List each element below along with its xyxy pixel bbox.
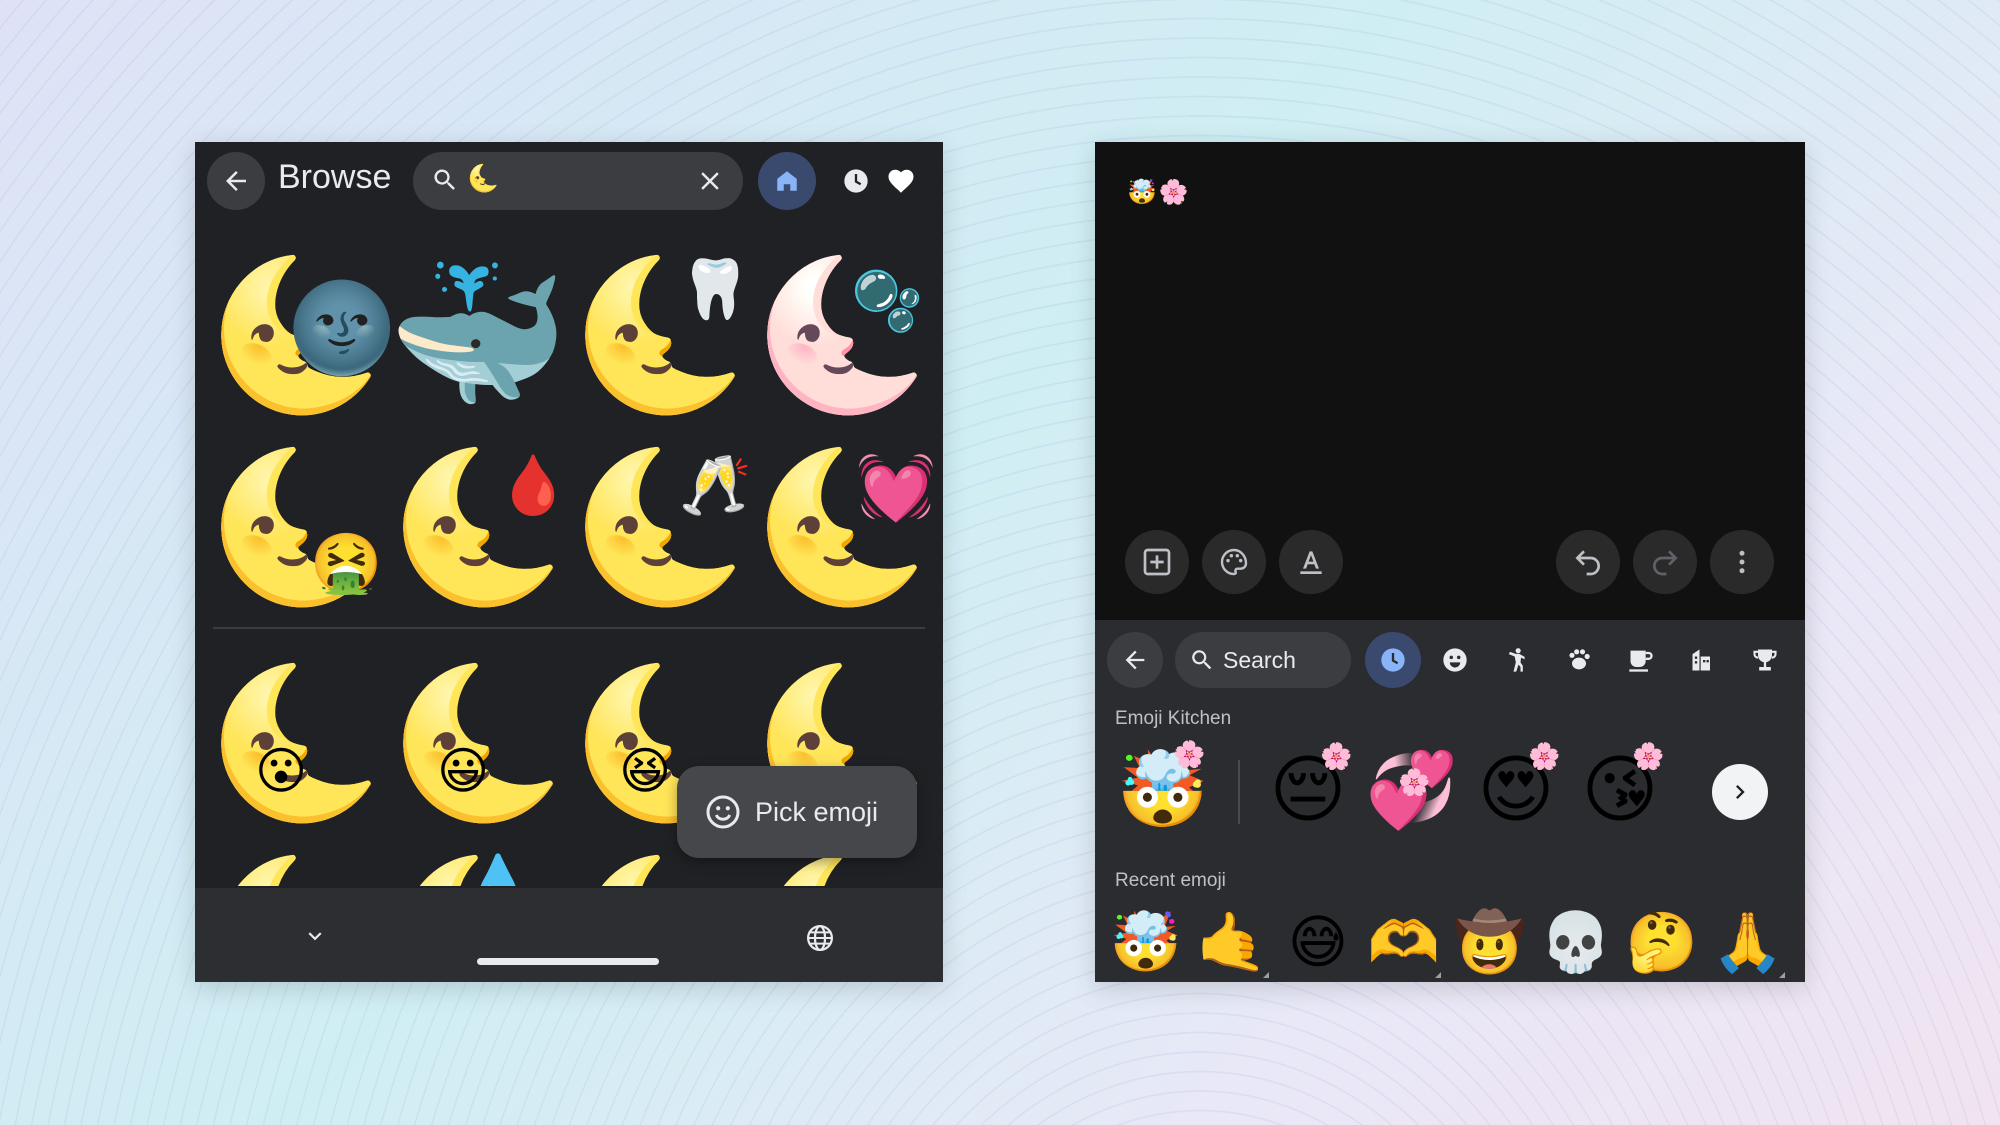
category-travel[interactable]	[1675, 632, 1731, 688]
emoji-kitchen-heading: Emoji Kitchen	[1115, 708, 1232, 729]
category-food[interactable]	[1613, 632, 1669, 688]
navigation-bar	[195, 888, 943, 982]
combo-moon-vomit[interactable]: 🌜 🤮	[205, 434, 387, 620]
kitchen-result-3[interactable]: 😍 🌸	[1466, 740, 1566, 840]
close-icon	[701, 172, 719, 190]
kitchen-separator	[1238, 760, 1240, 824]
combo-moon-whale[interactable]: 🐳	[387, 242, 569, 428]
undo-button[interactable]	[1556, 530, 1620, 594]
combo-moon-sweat[interactable]: 🌜💧	[387, 842, 569, 886]
smileys-icon	[1443, 648, 1467, 672]
category-smileys[interactable]	[1427, 632, 1483, 688]
combo-grid-row-2: 🌜 🤮 🌜 🩸 🌜 🥂 🌜 💓	[205, 434, 936, 620]
chevron-right-icon	[1736, 785, 1745, 799]
gesture-handle[interactable]	[477, 958, 659, 965]
emoji-search-input[interactable]: Search	[1175, 632, 1351, 688]
emoji-kitchen-row: 🤯 🌸 😔 🌸 💞 🌸 😍 🌸 😘 🌸	[1095, 740, 1805, 852]
chevron-down-icon	[308, 932, 322, 941]
kitchen-result-1[interactable]: 😔 🌸	[1258, 740, 1358, 840]
browse-top-bar: Browse 🌜	[195, 142, 943, 220]
collapse-keyboard-button[interactable]	[295, 916, 335, 956]
globe-icon	[807, 925, 833, 951]
combo-grid-row-1: 🌜 🌚 🐳 🌜 🦷 🌜 🫧	[205, 242, 933, 428]
recent-emoji-row: 🤯 🤙 😅 🫶 🤠 💀 🤔 🙏	[1095, 902, 1805, 982]
recent-emoji-1[interactable]: 🤯	[1103, 902, 1189, 982]
emoji-kitchen-browse-panel: Browse 🌜 🌜 🌚 🐳 🌜 🦷 🌜 🫧 🌜 🤮 🌜 🩸 🌜 🥂 🌜 💓 🌜…	[195, 142, 943, 982]
undo-icon	[1575, 550, 1600, 576]
palette-icon	[1220, 548, 1248, 576]
people-icon	[1508, 648, 1525, 672]
recent-emoji-heading: Recent emoji	[1115, 870, 1226, 891]
section-divider	[213, 627, 925, 629]
food-icon	[1629, 650, 1653, 672]
combo-moon-smile[interactable]: 🌜 😃	[387, 650, 569, 836]
add-button[interactable]	[1125, 530, 1189, 594]
combo-moon-blood-drop[interactable]: 🌜 🩸	[387, 434, 569, 620]
more-vert-icon	[1739, 550, 1745, 574]
home-icon	[777, 171, 797, 191]
category-activities[interactable]	[1737, 632, 1793, 688]
animals-icon	[1569, 649, 1590, 670]
category-people[interactable]	[1489, 632, 1545, 688]
combo-moon-new-moon-face[interactable]: 🌜 🌚	[205, 242, 396, 428]
emoji-keyboard-toolbar: Search	[1095, 620, 1805, 702]
emoji-search-placeholder: Search	[1223, 647, 1296, 673]
kitchen-next-button[interactable]	[1712, 764, 1768, 820]
page-title: Browse	[278, 158, 392, 196]
text-format-icon	[1300, 551, 1322, 574]
recent-emoji-7[interactable]: 🤔	[1619, 902, 1705, 982]
recent-emoji-6[interactable]: 💀	[1533, 902, 1619, 982]
combo-moon-open-mouth[interactable]: 🌜 😮	[205, 650, 387, 836]
kitchen-source-emoji[interactable]: 🤯 🌸	[1113, 740, 1213, 840]
combo-moon-partial-1[interactable]: 🌜	[205, 842, 387, 886]
kitchen-result-4[interactable]: 😘 🌸	[1570, 740, 1670, 840]
heart-icon	[888, 169, 914, 193]
search-icon	[434, 169, 455, 190]
travel-icon	[1692, 649, 1710, 671]
activities-icon	[1753, 649, 1777, 671]
recent-icon	[1381, 648, 1405, 672]
back-button[interactable]	[207, 152, 265, 210]
arrow-back-icon	[226, 171, 246, 191]
add-box-icon	[1143, 548, 1171, 576]
favorites-tab[interactable]	[872, 152, 930, 210]
keyboard-back-button[interactable]	[1107, 632, 1163, 688]
smiley-icon	[706, 795, 740, 829]
more-options-button[interactable]	[1710, 530, 1774, 594]
color-button[interactable]	[1202, 530, 1266, 594]
redo-button[interactable]	[1633, 530, 1697, 594]
home-tab[interactable]	[758, 152, 816, 210]
recent-emoji-5[interactable]: 🤠	[1447, 902, 1533, 982]
search-query: 🌜	[467, 164, 500, 194]
combo-moon-heart[interactable]: 🌜 💓	[751, 434, 936, 620]
clock-icon	[844, 169, 868, 193]
skin-tone-indicator	[1779, 972, 1785, 978]
compose-canvas[interactable]: 🤯🌸	[1095, 142, 1805, 620]
recent-emoji-2[interactable]: 🤙	[1189, 902, 1275, 982]
emoji-keyboard-panel: 🤯🌸 Search Emoji Kitchen 🤯 🌸 😔 🌸 💞 🌸 😍 🌸 …	[1095, 142, 1805, 982]
search-input[interactable]: 🌜	[413, 152, 743, 210]
category-animals[interactable]	[1551, 632, 1607, 688]
recent-emoji-8[interactable]: 🙏	[1705, 902, 1791, 982]
text-format-button[interactable]	[1279, 530, 1343, 594]
language-switch-button[interactable]	[800, 918, 840, 958]
composed-emoji-text: 🤯🌸	[1127, 178, 1191, 206]
kitchen-result-2[interactable]: 💞 🌸	[1362, 740, 1462, 840]
pick-emoji-label: Pick emoji	[755, 796, 879, 827]
search-icon	[1192, 650, 1212, 670]
combo-moon-champagne[interactable]: 🌜 🥂	[569, 434, 751, 620]
category-recent[interactable]	[1365, 632, 1421, 688]
skin-tone-indicator	[1263, 972, 1269, 978]
pick-emoji-button[interactable]: Pick emoji	[677, 766, 917, 858]
recent-emoji-4[interactable]: 🫶	[1361, 902, 1447, 982]
recent-emoji-3[interactable]: 😅	[1275, 902, 1361, 982]
combo-moon-bubbles[interactable]: 🌜 🫧	[751, 242, 933, 428]
skin-tone-indicator	[1435, 972, 1441, 978]
clear-search-button[interactable]	[693, 164, 727, 198]
redo-icon	[1653, 550, 1678, 576]
combo-moon-tooth[interactable]: 🌜 🦷	[569, 242, 751, 428]
arrow-back-icon	[1125, 650, 1145, 670]
